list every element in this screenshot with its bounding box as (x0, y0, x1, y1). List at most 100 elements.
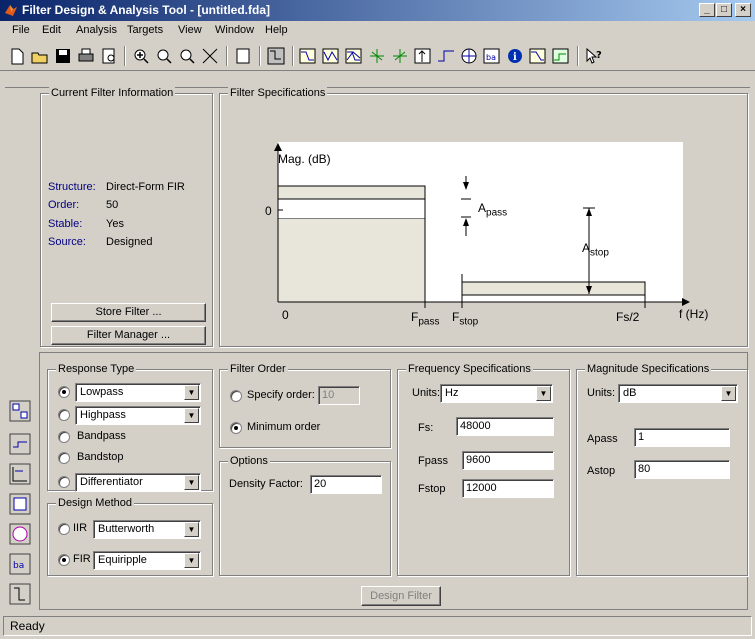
design-method-panel: Design Method IIR Butterworth ▼ FIR Equir… (47, 497, 213, 576)
zoom-x-icon[interactable] (153, 46, 175, 66)
highpass-radio[interactable] (58, 409, 70, 421)
pole-zero-editor-icon[interactable] (9, 523, 31, 545)
round-off-noise-icon[interactable] (550, 46, 572, 66)
fir-label: FIR (73, 553, 91, 565)
filter-info-icon[interactable]: i (504, 46, 526, 66)
minimize-button[interactable]: _ (699, 3, 715, 17)
minimum-order-radio[interactable] (230, 422, 242, 434)
realize-model-icon[interactable] (9, 493, 31, 515)
zoom-y-icon[interactable] (176, 46, 198, 66)
filter-manager-button[interactable]: Filter Manager ... (51, 326, 206, 345)
fpass-label: Fpass (411, 310, 440, 328)
menu-analysis[interactable]: Analysis (76, 24, 117, 36)
menu-window[interactable]: Window (215, 24, 254, 36)
filter-coefficients-icon[interactable]: ba (481, 46, 503, 66)
frequency-specs-title: Frequency Specifications (406, 363, 533, 375)
print-icon[interactable] (75, 46, 97, 66)
apass-input[interactable]: 1 (634, 428, 730, 447)
astop-input[interactable]: 80 (634, 460, 730, 479)
magnitude-specs-panel: Magnitude Specifications Units: dB ▼ Apas… (576, 363, 748, 576)
differentiator-radio[interactable] (58, 476, 70, 488)
phase-delay-icon[interactable] (389, 46, 411, 66)
magnitude-estimate-icon[interactable] (527, 46, 549, 66)
fir-radio[interactable] (58, 554, 70, 566)
toolbar: ba i ? (0, 41, 755, 71)
print-preview-icon[interactable] (98, 46, 120, 66)
create-multirate-icon[interactable] (9, 463, 31, 485)
phase-response-icon[interactable] (320, 46, 342, 66)
astop-label: Astop (587, 465, 616, 477)
save-icon[interactable] (52, 46, 74, 66)
apass-label: Apass (587, 433, 618, 445)
fir-method-select[interactable]: Equiripple ▼ (93, 551, 201, 570)
bandpass-radio[interactable] (58, 431, 70, 443)
new-icon[interactable] (6, 46, 28, 66)
structure-value: Direct-Form FIR (106, 181, 185, 193)
frequency-specs-panel: Frequency Specifications Units: Hz ▼ Fs: … (397, 363, 570, 576)
fs-label: Fs: (418, 422, 434, 434)
lowpass-radio[interactable] (58, 386, 70, 398)
lowpass-select[interactable]: Lowpass ▼ (75, 383, 201, 402)
zero-y-label: 0 (265, 204, 272, 218)
filter-order-panel: Filter Order Specify order: 10 Minimum o… (219, 363, 391, 448)
design-filter-button[interactable]: Design Filter (361, 586, 441, 606)
density-factor-input[interactable]: 20 (310, 475, 382, 494)
new-figure-icon[interactable] (232, 46, 254, 66)
chevron-down-icon: ▼ (184, 553, 199, 568)
fs-input[interactable]: 48000 (456, 417, 554, 436)
open-icon[interactable] (29, 46, 51, 66)
transform-filter-icon[interactable] (9, 433, 31, 455)
iir-radio[interactable] (58, 523, 70, 535)
import-filter-icon[interactable]: ba (9, 553, 31, 575)
source-label: Source: (48, 236, 86, 248)
response-type-title: Response Type (56, 363, 137, 375)
chevron-down-icon: ▼ (184, 385, 199, 400)
maximize-button[interactable]: □ (716, 3, 732, 17)
group-delay-icon[interactable] (366, 46, 388, 66)
specify-order-radio[interactable] (230, 390, 242, 402)
impulse-response-icon[interactable] (412, 46, 434, 66)
menu-edit[interactable]: Edit (42, 24, 61, 36)
freq-units-label: Units: (412, 387, 441, 399)
order-input[interactable]: 10 (318, 386, 360, 405)
filter-specs-icon[interactable] (265, 46, 287, 66)
minimum-order-label: Minimum order (247, 421, 321, 433)
source-value: Designed (106, 236, 153, 248)
full-view-icon[interactable] (199, 46, 221, 66)
zoom-in-icon[interactable] (130, 46, 152, 66)
svg-text:?: ? (596, 50, 602, 61)
astop-label: Astop (582, 241, 609, 259)
mag-phase-icon[interactable] (343, 46, 365, 66)
svg-text:i: i (513, 52, 517, 63)
mag-units-select[interactable]: dB ▼ (618, 384, 738, 403)
step-response-icon[interactable] (435, 46, 457, 66)
differentiator-select[interactable]: Differentiator ▼ (75, 473, 201, 492)
design-filter-tab-icon[interactable] (9, 400, 31, 422)
stopband-region (461, 281, 646, 296)
store-filter-button[interactable]: Store Filter ... (51, 303, 206, 322)
fpass-input[interactable]: 9600 (462, 451, 554, 470)
zero-x-label: 0 (282, 308, 289, 322)
current-filter-panel: Current Filter Information Structure: Di… (40, 87, 213, 347)
magnitude-response-icon[interactable] (297, 46, 319, 66)
menu-file[interactable]: File (12, 24, 30, 36)
status-bar: Ready (3, 616, 752, 636)
window-title: Filter Design & Analysis Tool - [untitle… (22, 3, 271, 17)
pole-zero-icon[interactable] (458, 46, 480, 66)
fstop-input[interactable]: 12000 (462, 479, 554, 498)
menu-view[interactable]: View (178, 24, 202, 36)
specify-order-label: Specify order: (247, 389, 315, 401)
spec-diagram (274, 142, 690, 308)
whats-this-help-icon[interactable]: ? (583, 46, 605, 66)
bandstop-label: Bandstop (77, 451, 124, 463)
highpass-select[interactable]: Highpass ▼ (75, 406, 201, 425)
close-button[interactable]: × (735, 3, 751, 17)
menu-help[interactable]: Help (265, 24, 288, 36)
filter-specs-panel: Filter Specifications Mag. (dB) 0 0 Apas… (219, 87, 748, 347)
iir-method-select[interactable]: Butterworth ▼ (93, 520, 201, 539)
freq-units-select[interactable]: Hz ▼ (440, 384, 553, 403)
set-quantization-icon[interactable] (9, 583, 31, 605)
menu-targets[interactable]: Targets (127, 24, 163, 36)
bandstop-radio[interactable] (58, 452, 70, 464)
density-factor-label: Density Factor: (229, 478, 303, 490)
